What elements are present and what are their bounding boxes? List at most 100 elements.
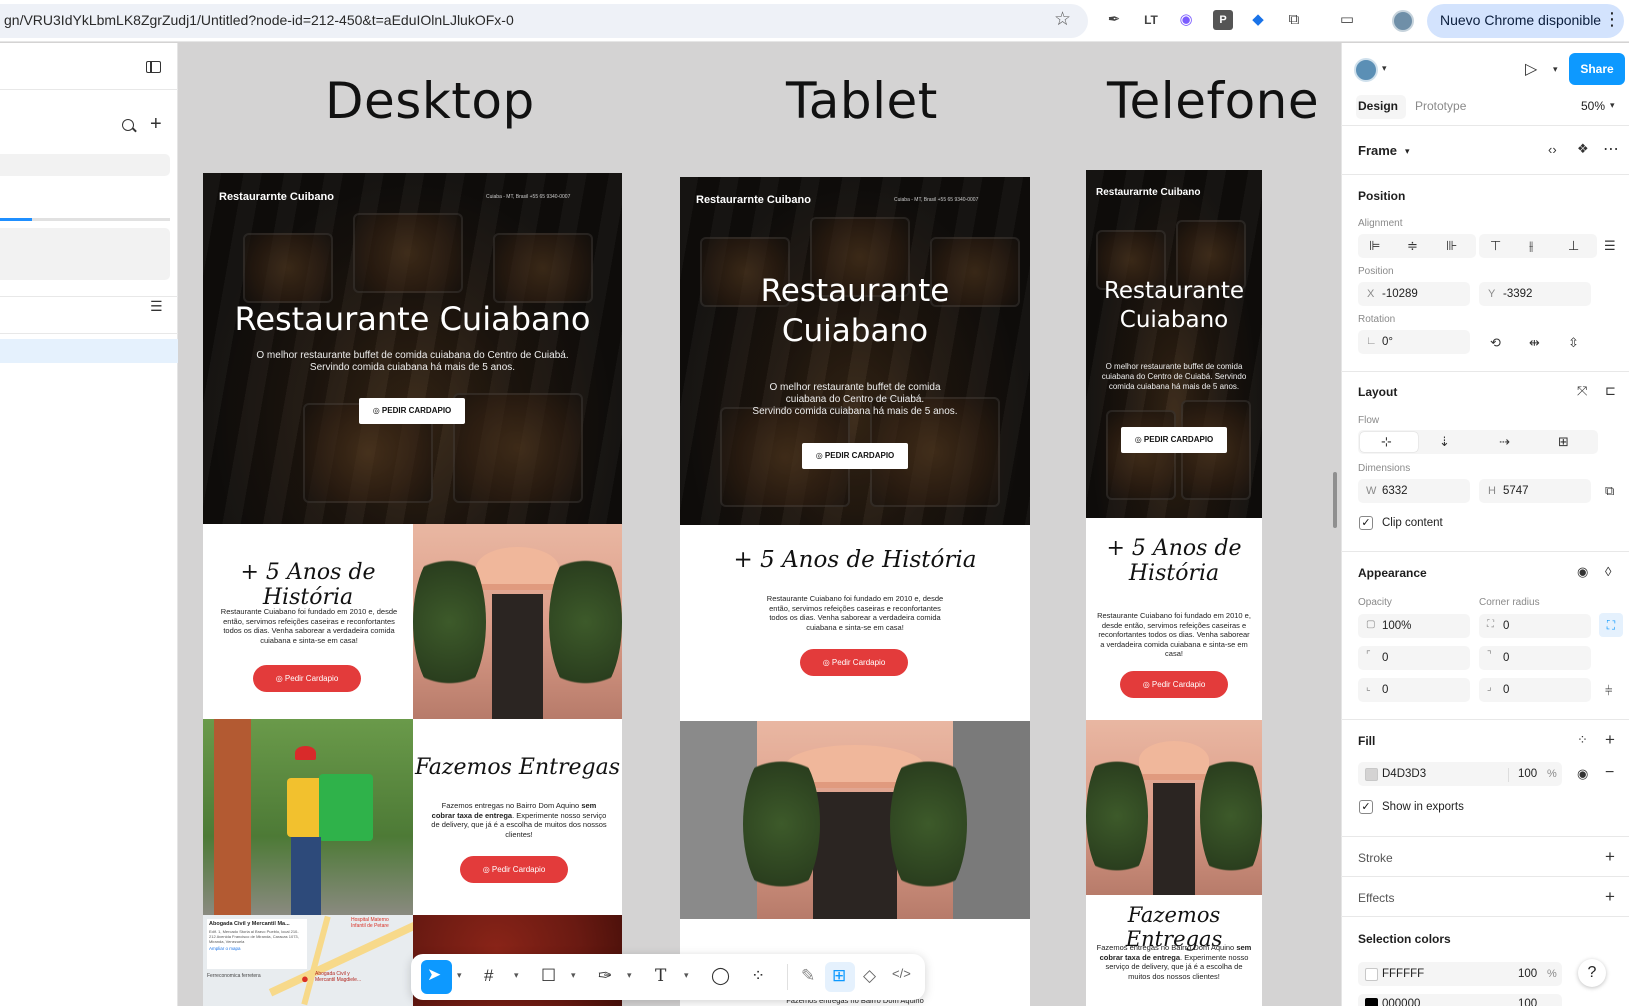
chevron-down-icon[interactable]: ▾ bbox=[1382, 63, 1387, 74]
add-fill-icon[interactable]: + bbox=[1605, 730, 1615, 750]
phone-frame[interactable]: Restaurarnte Cuibano Restaurante Cuiaban… bbox=[1086, 170, 1262, 1006]
align-left-icon[interactable]: ⊫ bbox=[1369, 238, 1380, 254]
selection-color-opacity[interactable]: 100 bbox=[1518, 998, 1537, 1006]
radius-top-left-field[interactable] bbox=[1358, 646, 1470, 670]
design-mode-icon[interactable]: ⊞ bbox=[832, 966, 846, 986]
reading-list-icon[interactable]: ▭ bbox=[1337, 10, 1357, 30]
align-top-icon[interactable]: ⊤ bbox=[1490, 238, 1501, 254]
order-menu-button[interactable]: ◎ PEDIR CARDAPIO bbox=[1121, 427, 1227, 453]
effects-section-title[interactable]: Effects bbox=[1358, 891, 1394, 905]
frame-tool-icon[interactable]: # bbox=[484, 966, 493, 986]
clip-content-checkbox[interactable]: ✓ bbox=[1359, 516, 1373, 530]
page-item[interactable] bbox=[0, 228, 170, 280]
fill-hex[interactable]: D4D3D3 bbox=[1382, 768, 1426, 780]
selection-color-hex[interactable]: FFFFFF bbox=[1382, 968, 1424, 980]
chevron-down-icon[interactable]: ▾ bbox=[1610, 100, 1615, 111]
text-tool-icon[interactable]: T bbox=[655, 966, 666, 986]
comment-tool-icon[interactable]: ◯ bbox=[711, 966, 730, 986]
resize-icon[interactable]: ⧉ bbox=[1605, 483, 1614, 499]
add-page-icon[interactable]: + bbox=[150, 113, 162, 136]
help-button[interactable]: ? bbox=[1578, 959, 1606, 987]
vertical-flow-icon[interactable]: ⇣ bbox=[1439, 434, 1450, 450]
share-button[interactable]: Share bbox=[1569, 53, 1625, 85]
selection-color-swatch[interactable] bbox=[1365, 968, 1378, 981]
corner-radius-field[interactable] bbox=[1479, 614, 1591, 638]
selection-color-opacity[interactable]: 100 bbox=[1518, 968, 1537, 980]
desktop-frame[interactable]: Restaurarnte Cuibano Cuiaba - MT, Brasil… bbox=[203, 173, 622, 1006]
x-value[interactable]: -10289 bbox=[1382, 288, 1418, 300]
dev-mode-icon[interactable]: </> bbox=[892, 966, 911, 981]
layout-grid-icon[interactable]: ⊏ bbox=[1605, 383, 1616, 399]
selection-color-swatch[interactable] bbox=[1365, 998, 1378, 1006]
map-link[interactable]: Ampliar o mapa bbox=[209, 946, 305, 951]
chevron-down-icon[interactable]: ▾ bbox=[627, 970, 632, 981]
y-field[interactable] bbox=[1479, 282, 1591, 306]
order-menu-button-red[interactable]: ◎ Pedir Cardapio bbox=[460, 856, 568, 883]
selection-color-hex[interactable]: 000000 bbox=[1382, 998, 1420, 1006]
stroke-section-title[interactable]: Stroke bbox=[1358, 851, 1393, 865]
independent-corners-icon[interactable]: ⛶ bbox=[1599, 613, 1623, 637]
show-in-exports-checkbox[interactable]: ✓ bbox=[1359, 800, 1373, 814]
canvas-scrollbar[interactable] bbox=[1333, 472, 1337, 528]
bookmark-star-icon[interactable]: ☆ bbox=[1054, 8, 1071, 31]
radius-bottom-right-field[interactable] bbox=[1479, 678, 1591, 702]
map-embed[interactable]: Abogada Civil y Mercantil Ma... Edif. 1,… bbox=[203, 915, 413, 1006]
distribute-icon[interactable]: ☰ bbox=[1604, 238, 1616, 254]
grid-flow-icon[interactable]: ⊞ bbox=[1558, 434, 1569, 450]
add-effect-icon[interactable]: + bbox=[1605, 887, 1615, 907]
component-icon[interactable]: ❖ bbox=[1577, 141, 1589, 157]
radius-top-right-value[interactable]: 0 bbox=[1503, 652, 1509, 664]
height-value[interactable]: 5747 bbox=[1503, 485, 1529, 497]
order-menu-button-red[interactable]: ◎ Pedir Cardapio bbox=[253, 665, 361, 692]
p-extension-icon[interactable]: P bbox=[1213, 10, 1233, 30]
eye-icon[interactable]: ◉ bbox=[1577, 564, 1588, 580]
present-play-icon[interactable]: ▷ bbox=[1525, 59, 1537, 79]
tag-extension-icon[interactable]: ◆ bbox=[1248, 10, 1268, 30]
tab-design[interactable]: Design bbox=[1358, 99, 1398, 113]
translate-extension-icon[interactable]: LT bbox=[1141, 10, 1161, 30]
corner-smoothing-icon[interactable]: ⫩ bbox=[1605, 683, 1612, 699]
rotation-value[interactable]: 0° bbox=[1382, 336, 1393, 348]
more-options-icon[interactable]: ⋯ bbox=[1603, 139, 1619, 159]
pen-extension-icon[interactable]: ✒ bbox=[1104, 10, 1124, 30]
flip-vertical-icon[interactable]: ⇳ bbox=[1568, 335, 1579, 351]
fill-opacity[interactable]: 100 bbox=[1518, 768, 1537, 780]
width-value[interactable]: 6332 bbox=[1382, 485, 1408, 497]
profile-avatar[interactable] bbox=[1392, 10, 1414, 32]
zoom-level[interactable]: 50% bbox=[1581, 99, 1605, 113]
blend-mode-icon[interactable]: ◊ bbox=[1605, 564, 1611, 579]
fill-visibility-eye-icon[interactable]: ◉ bbox=[1577, 766, 1588, 782]
radius-top-left-value[interactable]: 0 bbox=[1382, 652, 1388, 664]
code-icon[interactable]: ‹› bbox=[1548, 142, 1557, 157]
draw-mode-icon[interactable]: ✎ bbox=[801, 966, 815, 986]
flip-horizontal-icon[interactable]: ⇹ bbox=[1529, 335, 1540, 351]
pen-tool-icon[interactable]: ✑ bbox=[598, 966, 612, 986]
chevron-down-icon[interactable]: ▾ bbox=[1405, 146, 1410, 157]
chevron-down-icon[interactable]: ▾ bbox=[684, 970, 689, 981]
chevron-down-icon[interactable]: ▾ bbox=[514, 970, 519, 981]
page-item[interactable] bbox=[0, 154, 170, 176]
tablet-frame[interactable]: Restaurarnte Cuibano Cuiaba - MT, Brasil… bbox=[680, 177, 1030, 1006]
radius-bottom-right-value[interactable]: 0 bbox=[1503, 684, 1509, 696]
order-menu-button[interactable]: ◎ PEDIR CARDAPIO bbox=[359, 398, 465, 424]
components-icon[interactable]: ◇ bbox=[863, 966, 876, 986]
rectangle-tool-icon[interactable]: ☐ bbox=[541, 966, 556, 986]
radius-bottom-left-value[interactable]: 0 bbox=[1382, 684, 1388, 696]
frame-type-label[interactable]: Frame bbox=[1358, 143, 1397, 158]
chevron-down-icon[interactable]: ▾ bbox=[571, 970, 576, 981]
radius-bottom-left-field[interactable] bbox=[1358, 678, 1470, 702]
remove-fill-icon[interactable]: − bbox=[1605, 764, 1614, 782]
align-middle-v-icon[interactable]: ⫲ bbox=[1529, 238, 1533, 254]
styles-grid-icon[interactable]: ⁘ bbox=[1577, 732, 1588, 748]
actions-tool-icon[interactable]: ⁘ bbox=[751, 966, 765, 986]
move-tool-icon[interactable]: ➤ bbox=[427, 965, 441, 985]
broadcast-extension-icon[interactable]: ◉ bbox=[1176, 10, 1196, 30]
chevron-down-icon[interactable]: ▾ bbox=[457, 970, 462, 981]
search-icon[interactable] bbox=[122, 119, 134, 131]
address-bar-url[interactable]: gn/VRU3IdYkLbmLK8ZgrZudj1/Untitled?node-… bbox=[4, 12, 514, 28]
align-center-h-icon[interactable]: ≑ bbox=[1407, 238, 1418, 254]
align-bottom-icon[interactable]: ⊥ bbox=[1568, 238, 1579, 254]
user-avatar[interactable] bbox=[1354, 58, 1378, 82]
rotate-icon[interactable]: ⟲ bbox=[1490, 335, 1501, 351]
chevron-down-icon[interactable]: ▾ bbox=[1553, 64, 1558, 75]
